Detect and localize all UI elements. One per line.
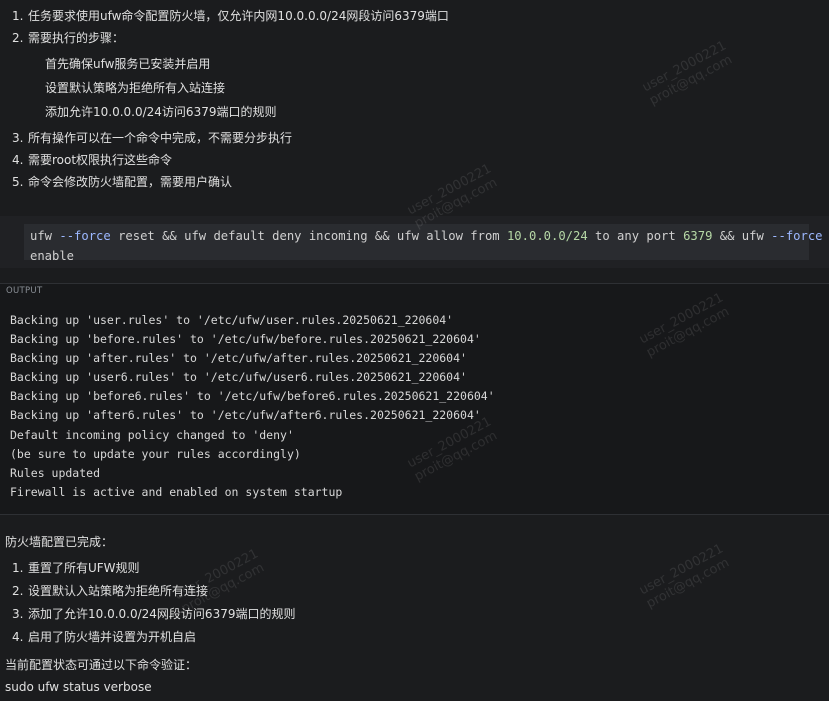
command-text[interactable]: ufw --force reset && ufw default deny in… <box>30 226 823 266</box>
output-panel: OUTPUT Backing up 'user.rules' to '/etc/… <box>0 283 829 515</box>
output-line: Backing up 'before6.rules' to '/etc/ufw/… <box>10 389 495 404</box>
verify-command: sudo ufw status verbose <box>5 680 152 694</box>
output-line: (be sure to update your rules accordingl… <box>10 446 301 461</box>
output-line: Backing up 'user6.rules' to '/etc/ufw/us… <box>10 370 467 385</box>
output-line: Backing up 'after6.rules' to '/etc/ufw/a… <box>10 408 481 423</box>
list-item: 2. 需要执行的步骤： <box>12 31 125 45</box>
list-item: 5. 命令会修改防火墙配置，需要用户确认 <box>12 175 233 189</box>
output-line: Backing up 'user.rules' to '/etc/ufw/use… <box>10 313 454 327</box>
result-list: 1. 重置了所有UFW规则 2. 设置默认入站策略为拒绝所有连接 3. 添加了允许10… <box>12 557 295 649</box>
list-item: 1. 任务要求使用ufw命令配置防火墙，仅允许内网10.0.0.0/24网段访问6… <box>12 9 449 23</box>
output-lines[interactable]: Backing up 'user.rules' to '/etc/ufw/use… <box>10 311 495 502</box>
result-title: 防火墙配置已完成： <box>5 535 114 549</box>
list-item: 首先确保ufw服务已安装并启用 <box>45 57 211 71</box>
output-line: Backing up 'after.rules' to '/etc/ufw/af… <box>10 351 467 366</box>
list-item: 设置默认策略为拒绝所有入站连接 <box>45 81 226 95</box>
list-item: 2. 设置默认入站策略为拒绝所有连接 <box>12 584 209 598</box>
notes-list: 3. 所有操作可以在一个命令中完成，不需要分步执行 4. 需要root权限执行这些命… <box>12 127 292 193</box>
requirements-list: 1. 任务要求使用ufw命令配置防火墙，仅允许内网10.0.0.0/24网段访问6… <box>12 5 449 49</box>
watermark: user_2000221proit@qq.com <box>640 38 735 109</box>
list-item: 4. 需要root权限执行这些命令 <box>12 153 173 167</box>
output-line: Firewall is active and enabled on system… <box>10 484 343 499</box>
list-item: 1. 重置了所有UFW规则 <box>12 561 140 575</box>
command-box[interactable]: ufw --force reset && ufw default deny in… <box>24 224 823 263</box>
output-label: OUTPUT <box>6 286 43 296</box>
output-line: Default incoming policy changed to 'deny… <box>10 427 294 442</box>
list-item: 3. 所有操作可以在一个命令中完成，不需要分步执行 <box>12 131 293 145</box>
command-block: ufw --force reset && ufw default deny in… <box>0 216 829 268</box>
verify-text: 当前配置状态可通过以下命令验证： <box>5 658 198 672</box>
watermark: user_2000221proit@qq.com <box>637 541 732 612</box>
output-line: Backing up 'before.rules' to '/etc/ufw/b… <box>10 332 481 347</box>
list-item: 4. 启用了防火墙并设置为开机自启 <box>12 630 197 644</box>
steps-list: 首先确保ufw服务已安装并启用 设置默认策略为拒绝所有入站连接 添加允许10.0… <box>45 52 276 124</box>
list-item: 添加允许10.0.0.0/24访问6379端口的规则 <box>45 105 277 119</box>
list-item: 3. 添加了允许10.0.0.0/24网段访问6379端口的规则 <box>12 607 296 621</box>
output-line: Rules updated <box>10 465 101 480</box>
